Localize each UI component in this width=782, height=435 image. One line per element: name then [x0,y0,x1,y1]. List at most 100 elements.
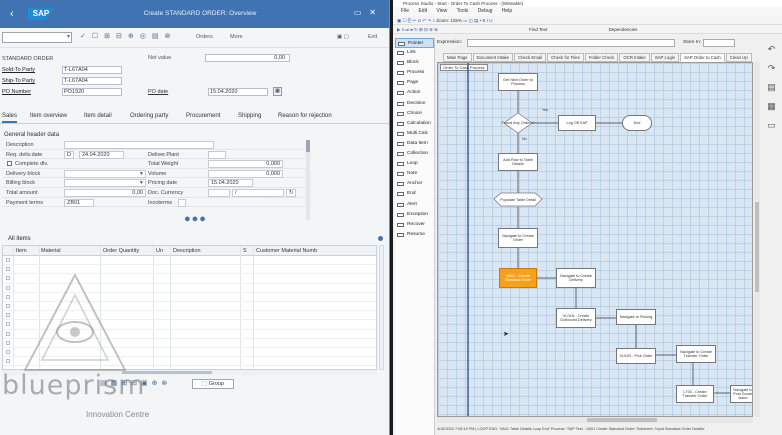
sold-to-field[interactable]: T-L67A04 [62,66,122,74]
back-icon[interactable]: ‹ [10,8,14,20]
billing-block-select[interactable] [64,179,146,188]
toolbar-icons[interactable]: ✓☐⊞⊟⊕◎▤⊗ [80,32,176,40]
palette-process[interactable]: Process [395,68,434,78]
expression-field[interactable] [467,39,675,47]
layout-icon[interactable]: ▣ ▢ [337,34,349,40]
row-selector[interactable] [6,340,10,345]
row-selector[interactable] [6,285,10,290]
tab-sales[interactable]: Sales [2,113,18,123]
page-tab-check-files[interactable]: Check for Files [547,53,584,62]
page-tab-document-intake[interactable]: Document Intake [472,53,514,62]
row-selector[interactable] [6,294,10,299]
palette-loop[interactable]: Loop [395,159,434,169]
col-status[interactable]: S [243,248,247,254]
palette-recover[interactable]: Recover [395,220,434,230]
more-button[interactable]: More [230,34,243,40]
payment-terms-field[interactable]: ZB01 [64,198,94,207]
page-tab-ocr-intake[interactable]: OCR Intake [619,53,650,62]
chevron-down-icon[interactable]: ▾ [140,180,143,186]
toolbar-icons[interactable]: ▣ ☐ ⎘ ✂ ⎌ ↶ ↷ ⌕ [397,18,436,23]
menu-edit[interactable]: Edit [418,8,427,14]
settings-icon[interactable] [378,236,383,241]
node-navigate-transfer-order[interactable]: Navigate to Create Transfer Order [676,345,716,363]
col-item[interactable]: Item [16,248,27,254]
format-icons[interactable]: ▭ ◫ ▤ • B I U [463,18,492,23]
scroll-thumb[interactable] [587,418,657,422]
row-selector[interactable] [6,322,10,327]
col-description[interactable]: Description [173,248,201,254]
process-canvas[interactable]: Order To Cash Process Get Next Order to … [437,62,753,417]
ship-to-field[interactable]: T-L67A04 [62,77,122,85]
req-deliv-field[interactable]: 24.04.2020 [79,150,124,159]
ps-toolbar-2[interactable]: ▶ ⏸ ⏭ ⏹ ↻ ⊞ ⊟ ⊕ ⊗ Find Text Dependencies [393,25,782,34]
po-number-field[interactable]: PO1920 [62,88,122,96]
ps-toolbar-1[interactable]: ▣ ☐ ⎘ ✂ ⎌ ↶ ↷ ⌕ Zoom: 125% ▭ ◫ ▤ • B I U [393,16,782,25]
menu-file[interactable]: File [401,8,409,14]
complete-dlv-checkbox[interactable] [7,161,12,167]
palette-block[interactable]: Block [395,58,434,68]
palette-anchor[interactable]: Anchor [395,179,434,189]
window-controls[interactable]: ▭✕ [354,8,384,17]
header-scrollbar[interactable] [306,140,310,220]
node-navigate-picking[interactable]: Navigate to Picking [616,309,656,325]
palette-end[interactable]: End [395,189,434,199]
palette-page[interactable]: Page [395,78,434,88]
dependencies-button[interactable]: Dependencies [609,27,638,32]
menu-tools[interactable]: Tools [457,8,469,14]
store-in-field[interactable] [703,39,735,47]
deliver-plant-field[interactable] [208,150,226,159]
command-field[interactable]: ▾ [2,32,72,43]
tab-reason-for-rejection[interactable]: Reason for rejection [278,113,332,119]
node-vl02n-pick-order[interactable]: VL02N - Pick Order [616,348,656,364]
node-add-row[interactable]: Add Row to Table Details [498,153,538,171]
group-button[interactable]: ⬚ Group [192,379,234,389]
pricing-date-field[interactable]: 15.04.2020 [208,179,253,188]
page-tab-sap-order-to-cash[interactable]: SAP Order to Cash [680,53,725,62]
row-selector[interactable] [6,267,10,272]
orders-button[interactable]: Orders [196,34,213,40]
row-selector[interactable] [6,276,10,281]
menu-view[interactable]: View [436,8,447,14]
po-date-field[interactable]: 15.04.2020 [208,88,268,96]
total-amount-field[interactable]: 0,00 [64,188,146,197]
find-text-field[interactable]: Find Text [529,27,547,32]
page-tab-check-email[interactable]: Check Email [514,53,547,62]
sold-to-label[interactable]: Sold-To Party [2,67,35,73]
bookmark-icon[interactable]: ▭ [761,116,782,135]
page-tab-main[interactable]: Main Page [443,53,472,62]
debug-icons[interactable]: ▶ ⏸ ⏭ ⏹ ↻ ⊞ ⊟ ⊕ ⊗ [397,27,439,32]
node-found-any-orders[interactable]: Found Any Orders? [500,117,536,129]
node-navigate-create-delivery[interactable]: Navigate to Create Delivery [556,268,596,288]
row-selector[interactable] [6,303,10,308]
node-get-next-order[interactable]: Get Next Order to Process [498,73,538,91]
col-unit[interactable]: Un [156,248,163,254]
table-row[interactable] [3,256,376,266]
palette-exception[interactable]: Exception [395,210,434,220]
scroll-thumb[interactable] [306,140,310,152]
document-icon[interactable]: ▤ [761,78,782,97]
palette-calculation[interactable]: Calculation [395,119,434,129]
canvas-horizontal-scrollbar[interactable] [437,417,753,423]
refresh-icon[interactable]: ↻ [286,188,296,197]
node-lt03-transfer-order[interactable]: LT03 - Create Transfer Order [676,385,714,403]
more-dots-icon[interactable]: ●●● [184,213,207,225]
palette-alert[interactable]: Alert [395,200,434,210]
node-navigate-create-order[interactable]: Navigate to Create Order [498,228,538,248]
chevron-down-icon[interactable]: ▾ [140,171,143,177]
palette-resume[interactable]: Resume [395,230,434,240]
row-selector[interactable] [6,258,10,262]
grid-icon[interactable]: ▦ [761,97,782,116]
scroll-thumb[interactable] [755,202,759,292]
palette-decision[interactable]: Decision [395,99,434,109]
page-tab-sap-login[interactable]: SAP Login [650,53,680,62]
menu-help[interactable]: Help [502,8,512,14]
node-populate-table[interactable]: Populate Table Detail [498,194,538,206]
palette-data-item[interactable]: Data Item [395,139,434,149]
delivery-block-select[interactable] [64,169,146,178]
redo-icon[interactable]: ↷ [761,59,782,78]
zoom-control[interactable]: Zoom: 125% [436,18,462,23]
doc-currency-field[interactable] [208,188,230,197]
items-scrollbar[interactable] [379,245,384,370]
right-tool-rail[interactable]: ↶ ↷ ▤ ▦ ▭ [761,40,782,240]
node-va01-create-order[interactable]: VA01 - Create Standard Order [499,268,537,288]
